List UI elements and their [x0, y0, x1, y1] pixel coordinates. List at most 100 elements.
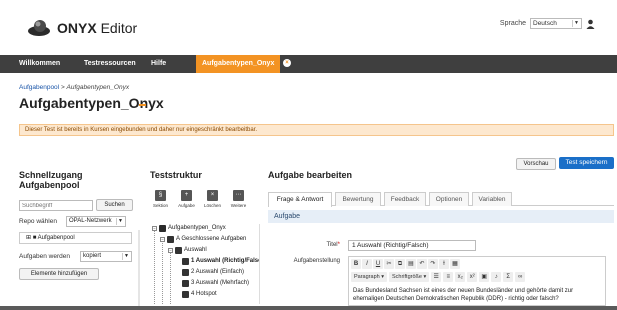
- main-nav: Willkommen Testressourcen Hilfe Aufgaben…: [0, 55, 617, 73]
- app-header: ONYX Editor Sprache Deutsch ▼: [0, 0, 617, 50]
- tree-item-label: 3 Auswahl (Mehrfach): [191, 280, 250, 286]
- nav-tab-active[interactable]: Aufgabentypen_Onyx: [196, 55, 281, 73]
- edit-task-title: Aufgabe bearbeiten: [268, 170, 353, 180]
- readonly-notice: Dieser Test ist bereits in Kursen eingeb…: [19, 124, 614, 136]
- task-icon: +: [181, 190, 192, 201]
- language-label: Sprache: [499, 20, 526, 27]
- formula-icon[interactable]: Σ: [503, 272, 514, 282]
- tree-item[interactable]: 3 Auswahl (Mehrfach): [182, 279, 249, 288]
- more-tool[interactable]: ⋯ Weitere: [230, 190, 247, 212]
- language-switcher: Sprache Deutsch ▼: [500, 18, 595, 29]
- more-icon: ⋯: [233, 190, 244, 201]
- tool-label-loeschen: Löschen: [203, 203, 221, 208]
- breadcrumb-separator: >: [60, 84, 65, 91]
- prompt-text[interactable]: Das Bundesland Sachsen ist eines der neu…: [353, 287, 605, 303]
- chevron-down-icon: ▼: [572, 20, 580, 27]
- paragraph-select[interactable]: Paragraph ▾: [351, 272, 387, 282]
- superscript-icon[interactable]: x²: [467, 272, 478, 282]
- clear-format-icon[interactable]: Ɨ: [439, 259, 449, 269]
- search-button[interactable]: Suchen: [96, 199, 133, 211]
- tree-item-label: 4 Hotspot: [191, 291, 217, 297]
- quick-access-title-line1: Schnellzugang: [19, 170, 83, 180]
- tree-item[interactable]: − A Geschlossene Aufgaben: [160, 235, 246, 244]
- tab-frage-antwort[interactable]: Frage & Antwort: [268, 192, 332, 207]
- add-section-tool[interactable]: § Sektion: [152, 190, 169, 212]
- tool-label-weitere: Weitere: [230, 203, 247, 208]
- paragraph-value: Paragraph: [354, 274, 380, 280]
- tree-item-selected[interactable]: 1 Auswahl (Richtig/Falsch): [182, 257, 259, 266]
- chevron-down-icon: ▼: [116, 218, 124, 225]
- repo-select[interactable]: OPAL-Netzwerk ▼: [66, 216, 126, 227]
- tab-variablen[interactable]: Variablen: [472, 192, 512, 206]
- nav-item-willkommen[interactable]: Willkommen: [19, 55, 60, 73]
- task-title-input[interactable]: 1 Auswahl (Richtig/Falsch): [348, 240, 476, 251]
- test-structure-title: Teststruktur: [150, 170, 202, 180]
- image-icon[interactable]: ▣: [479, 272, 490, 282]
- logo-bold-text: ONYX: [57, 20, 97, 36]
- tree-item[interactable]: − Auswahl: [168, 246, 207, 255]
- add-elements-button[interactable]: Elemente hinzufügen: [19, 268, 99, 280]
- nav-item-testressourcen[interactable]: Testressourcen: [84, 55, 136, 73]
- title-accent: [139, 104, 146, 106]
- language-select[interactable]: Deutsch ▼: [530, 18, 582, 29]
- add-task-tool[interactable]: + Aufgabe: [178, 190, 195, 212]
- task-section-header[interactable]: Aufgabe: [268, 210, 614, 223]
- numbered-list-icon[interactable]: ≡: [443, 272, 454, 282]
- close-icon[interactable]: ×: [283, 59, 291, 67]
- expand-icon[interactable]: ⊞: [26, 235, 31, 241]
- repo-label: Repo wählen: [19, 218, 57, 225]
- delete-tool[interactable]: × Löschen: [204, 190, 221, 212]
- edit-tabs: Frage & Antwort Bewertung Feedback Optio…: [268, 192, 614, 207]
- section-icon: [175, 247, 182, 254]
- bottom-divider: [0, 306, 617, 310]
- table-icon[interactable]: ▦: [450, 259, 460, 269]
- save-test-button[interactable]: Test speichern: [559, 157, 614, 169]
- task-icon: [182, 280, 189, 287]
- tree-item[interactable]: − Aufgabentypen_Onyx: [152, 224, 226, 233]
- title-label-text: Titel: [326, 242, 338, 248]
- font-size-select[interactable]: Schriftgröße ▾: [388, 272, 430, 282]
- search-input[interactable]: [19, 200, 93, 211]
- page-title: Aufgabentypen_Onyx: [19, 95, 164, 111]
- pool-tree-item[interactable]: ⊞ ■ Aufgabenpool: [19, 232, 132, 244]
- breadcrumb-link[interactable]: Aufgabenpool: [19, 84, 59, 91]
- chevron-down-icon: ▼: [122, 253, 130, 260]
- subscript-icon[interactable]: x₂: [455, 272, 466, 282]
- prompt-label: Aufgabenstellung: [293, 258, 340, 264]
- tab-feedback[interactable]: Feedback: [384, 192, 426, 206]
- editor-toolbar: B I U ✂ ⧉ ▤ ↶ ↷ Ɨ ▦: [351, 259, 460, 269]
- onyx-logo[interactable]: ONYX Editor: [27, 19, 137, 37]
- collapse-icon[interactable]: −: [160, 237, 165, 242]
- tree-item[interactable]: 2 Auswahl (Einfach): [182, 268, 244, 277]
- bold-icon[interactable]: B: [351, 259, 361, 269]
- bullet-list-icon[interactable]: ☰: [431, 272, 442, 282]
- tree-item-label: Auswahl: [184, 247, 207, 253]
- checked-test-icon: [159, 225, 166, 232]
- collapse-icon[interactable]: −: [152, 226, 157, 231]
- user-icon[interactable]: [586, 19, 595, 29]
- tab-optionen[interactable]: Optionen: [429, 192, 469, 206]
- left-column-scrollbar[interactable]: [138, 230, 140, 306]
- prompt-editor[interactable]: B I U ✂ ⧉ ▤ ↶ ↷ Ɨ ▦ Paragraph ▾ Schriftg…: [348, 256, 606, 306]
- underline-icon[interactable]: U: [373, 259, 383, 269]
- link-icon[interactable]: ∞: [515, 272, 526, 282]
- paste-icon[interactable]: ▤: [406, 259, 416, 269]
- cut-icon[interactable]: ✂: [384, 259, 394, 269]
- audio-icon[interactable]: ♪: [491, 272, 502, 282]
- editor-toolbar-2: Paragraph ▾ Schriftgröße ▾ ☰ ≡ x₂ x² ▣ ♪…: [351, 272, 526, 282]
- tree-item[interactable]: 4 Hotspot: [182, 290, 217, 299]
- tree-item-label: 2 Auswahl (Einfach): [191, 269, 245, 275]
- language-value: Deutsch: [533, 20, 557, 27]
- preview-button[interactable]: Vorschau: [516, 158, 556, 170]
- add-mode-select[interactable]: kopiert ▼: [80, 251, 132, 262]
- italic-icon[interactable]: I: [362, 259, 372, 269]
- repo-value: OPAL-Netzwerk: [69, 218, 112, 224]
- undo-icon[interactable]: ↶: [417, 259, 427, 269]
- tab-bewertung[interactable]: Bewertung: [335, 192, 381, 206]
- test-structure-tree: − Aufgabentypen_Onyx − A Geschlossene Au…: [150, 224, 260, 304]
- redo-icon[interactable]: ↷: [428, 259, 438, 269]
- collapse-icon[interactable]: −: [168, 248, 173, 253]
- copy-icon[interactable]: ⧉: [395, 259, 405, 269]
- section-icon: §: [155, 190, 166, 201]
- nav-item-hilfe[interactable]: Hilfe: [151, 55, 166, 73]
